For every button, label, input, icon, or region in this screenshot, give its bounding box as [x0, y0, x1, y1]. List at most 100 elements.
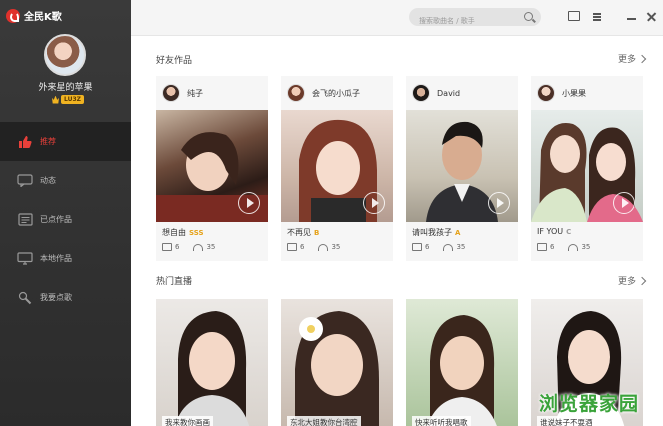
- card-user-avatar[interactable]: [287, 84, 305, 102]
- person-illustration: [174, 311, 250, 426]
- live-caption: 谁说妹子不耍酒: [537, 416, 596, 426]
- comment-icon: [162, 243, 172, 251]
- sidebar-item-label: 已点作品: [40, 215, 72, 224]
- song-score: SSS: [189, 229, 204, 237]
- comment-stat: 6: [537, 243, 554, 251]
- play-icon[interactable]: [488, 192, 510, 214]
- song-score: C: [566, 228, 572, 236]
- watermark: 浏览器家园: [538, 393, 639, 415]
- sidebar-item-label: 我要点歌: [40, 293, 72, 302]
- play-icon[interactable]: [363, 192, 385, 214]
- work-photo[interactable]: [156, 110, 268, 222]
- logo-icon: [6, 8, 20, 23]
- user-name[interactable]: 外来星的苹果: [0, 80, 131, 93]
- comment-stat: 6: [287, 243, 304, 251]
- card-user-name[interactable]: David: [437, 89, 460, 98]
- card-user-avatar[interactable]: [537, 84, 555, 102]
- sidebar-item-ordered[interactable]: 已点作品: [0, 200, 131, 239]
- card-stats: 6 35: [162, 243, 215, 251]
- work-card[interactable]: 小果果 IF YOU C 6 35: [531, 76, 643, 261]
- sidebar-item-local[interactable]: 本地作品: [0, 239, 131, 278]
- card-header: 小果果: [531, 76, 643, 110]
- listen-stat: 35: [193, 243, 215, 251]
- live-card[interactable]: 我来教你画画: [156, 299, 268, 426]
- card-user-name[interactable]: 会飞的小瓜子: [312, 88, 360, 99]
- work-card[interactable]: David 请叫我孩子 A 6 35: [406, 76, 518, 261]
- headphones-icon: [568, 243, 579, 251]
- more-label: 更多: [617, 55, 636, 65]
- song-name: 想自由: [162, 228, 186, 237]
- listen-count: 35: [581, 243, 591, 251]
- work-photo[interactable]: [281, 110, 393, 222]
- close-icon[interactable]: [645, 10, 659, 24]
- crown-icon: [52, 95, 59, 104]
- headphones-icon: [443, 243, 454, 251]
- headphones-icon: [318, 243, 329, 251]
- friends-more-link[interactable]: 更多: [617, 52, 647, 65]
- card-user-name[interactable]: 纯子: [187, 88, 203, 99]
- sidebar-nav: 推荐 动态 已点作品 本地作品 我要点歌: [0, 122, 131, 317]
- sidebar-item-request[interactable]: 我要点歌: [0, 278, 131, 317]
- comment-count: 6: [300, 243, 305, 251]
- sidebar-item-feed[interactable]: 动态: [0, 161, 131, 200]
- comment-count: 6: [425, 243, 430, 251]
- work-photo[interactable]: [531, 110, 643, 222]
- live-more-link[interactable]: 更多: [618, 274, 647, 287]
- top-bar: [131, 0, 663, 36]
- song-name: IF YOU: [537, 227, 564, 236]
- live-card[interactable]: 快来听听我唱歌: [406, 299, 518, 426]
- friends-section-title: 好友作品: [156, 56, 193, 66]
- listen-count: 35: [456, 243, 466, 251]
- song-title[interactable]: 不再见 B: [287, 227, 319, 238]
- listen-count: 35: [206, 243, 216, 251]
- sidebar: 全民K歌 外来星的苹果 LU3Z 推荐 动态 已点作品 本地作品 我要点歌: [0, 0, 131, 426]
- song-name: 请叫我孩子: [412, 228, 452, 237]
- sidebar-item-recommend[interactable]: 推荐: [0, 122, 131, 161]
- comment-count: 6: [550, 243, 555, 251]
- play-icon[interactable]: [613, 192, 635, 214]
- comment-icon: [412, 243, 422, 251]
- chat-icon: [16, 174, 34, 188]
- search-box[interactable]: [409, 8, 541, 30]
- app-window: 全民K歌 外来星的苹果 LU3Z 推荐 动态 已点作品 本地作品 我要点歌 搜索…: [0, 0, 663, 426]
- sidebar-item-label: 本地作品: [40, 254, 72, 263]
- live-card[interactable]: 东北大姐教你台湾腔: [281, 299, 393, 426]
- work-card[interactable]: 会飞的小瓜子 不再见 B 6 35: [281, 76, 393, 261]
- comment-count: 6: [175, 243, 180, 251]
- sidebar-item-label: 动态: [40, 176, 56, 185]
- work-photo[interactable]: [406, 110, 518, 222]
- user-avatar[interactable]: [44, 34, 86, 76]
- menu-icon[interactable]: [591, 10, 605, 24]
- song-name: 不再见: [287, 228, 311, 237]
- songlist-icon: [16, 213, 34, 227]
- live-caption: 快来听听我唱歌: [412, 416, 471, 426]
- chevron-right-icon: [637, 54, 647, 63]
- song-title[interactable]: IF YOU C: [537, 227, 571, 236]
- person-illustration: [295, 311, 379, 426]
- song-title[interactable]: 想自由 SSS: [162, 227, 204, 238]
- message-icon[interactable]: [567, 10, 581, 24]
- minimize-icon[interactable]: [625, 10, 639, 24]
- card-header: David: [406, 76, 518, 110]
- card-stats: 6 35: [287, 243, 340, 251]
- thumbs-up-icon: [16, 135, 34, 149]
- microphone-icon: [16, 291, 34, 305]
- comment-icon: [287, 243, 297, 251]
- person-illustration: [427, 315, 497, 426]
- live-caption: 东北大姐教你台湾腔: [287, 416, 361, 426]
- work-card[interactable]: 纯子 想自由 SSS 6 35: [156, 76, 268, 261]
- app-logo[interactable]: 全民K歌: [6, 8, 62, 23]
- card-header: 纯子: [156, 76, 268, 110]
- card-user-avatar[interactable]: [412, 84, 430, 102]
- level-text: LU3Z: [61, 95, 85, 104]
- play-icon[interactable]: [238, 192, 260, 214]
- comment-stat: 6: [162, 243, 179, 251]
- song-title[interactable]: 请叫我孩子 A: [412, 227, 460, 238]
- search-input[interactable]: [419, 12, 519, 30]
- song-score: A: [455, 229, 461, 237]
- monitor-icon: [16, 252, 34, 266]
- card-user-avatar[interactable]: [162, 84, 180, 102]
- search-icon[interactable]: [524, 12, 533, 21]
- card-user-name[interactable]: 小果果: [562, 88, 586, 99]
- listen-stat: 35: [443, 243, 465, 251]
